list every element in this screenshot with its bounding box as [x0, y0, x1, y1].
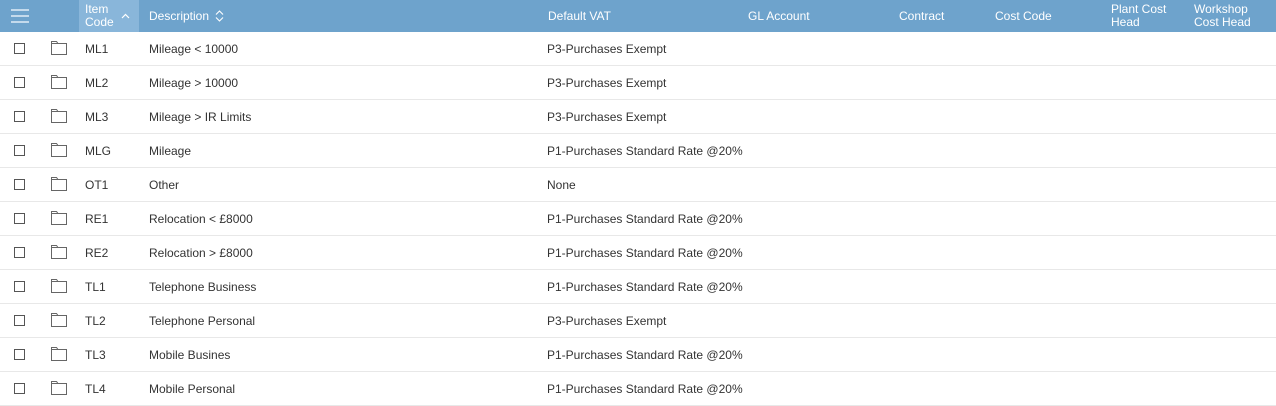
item-code-cell: TL2 [85, 313, 106, 328]
item-code-cell: ML2 [85, 75, 109, 90]
description-cell: Mobile Personal [149, 381, 236, 396]
grid-header: Item Code Description Default VAT GL Acc… [0, 0, 1276, 32]
folder-icon[interactable] [51, 278, 67, 293]
item-code-cell: OT1 [85, 177, 109, 192]
header-default-vat[interactable]: Default VAT [548, 0, 611, 32]
folder-icon[interactable] [51, 244, 67, 259]
table-row[interactable]: RE2 Relocation > £8000 P1-Purchases Stan… [0, 236, 1276, 270]
table-row[interactable]: TL4 Mobile Personal P1-Purchases Standar… [0, 372, 1276, 406]
table-row[interactable]: OT1 Other None [0, 168, 1276, 202]
description-cell: Relocation < £8000 [149, 211, 253, 226]
checkbox-icon[interactable] [14, 179, 25, 190]
folder-icon[interactable] [51, 210, 67, 225]
default-vat-cell: P3-Purchases Exempt [547, 313, 667, 328]
item-code-cell: MLG [85, 143, 112, 158]
description-cell: Mileage > 10000 [149, 75, 239, 90]
description-cell: Mobile Busines [149, 347, 231, 362]
item-code-cell: RE2 [85, 245, 109, 260]
default-vat-cell: P1-Purchases Standard Rate @20% [547, 381, 743, 396]
table-row[interactable]: ML3 Mileage > IR Limits P3-Purchases Exe… [0, 100, 1276, 134]
default-vat-cell: P3-Purchases Exempt [547, 41, 667, 56]
table-row[interactable]: ML1 Mileage < 10000 P3-Purchases Exempt [0, 32, 1276, 66]
item-code-cell: TL1 [85, 279, 106, 294]
folder-icon[interactable] [51, 108, 67, 123]
header-workshop-line2: Cost Head [1194, 15, 1251, 29]
header-item-code-line2: Code [85, 15, 114, 29]
folder-icon[interactable] [51, 346, 67, 361]
default-vat-cell: P1-Purchases Standard Rate @20% [547, 143, 743, 158]
header-contract[interactable]: Contract [899, 0, 944, 32]
item-code-cell: ML1 [85, 41, 109, 56]
header-plant-cost-head-label: Plant Cost Head [1111, 3, 1166, 29]
checkbox-icon[interactable] [14, 247, 25, 258]
table-row[interactable]: MLG Mileage P1-Purchases Standard Rate @… [0, 134, 1276, 168]
header-workshop-cost-head[interactable]: Workshop Cost Head [1194, 0, 1251, 32]
default-vat-cell: P1-Purchases Standard Rate @20% [547, 279, 743, 294]
checkbox-icon[interactable] [14, 213, 25, 224]
hamburger-menu-icon[interactable] [11, 9, 29, 23]
sort-up-down-icon [215, 10, 224, 22]
folder-icon[interactable] [51, 74, 67, 89]
table-row[interactable]: RE1 Relocation < £8000 P1-Purchases Stan… [0, 202, 1276, 236]
header-plant-cost-head[interactable]: Plant Cost Head [1111, 0, 1166, 32]
description-cell: Telephone Business [149, 279, 257, 294]
chevron-up-icon [121, 13, 130, 19]
header-cost-code-label: Cost Code [995, 9, 1052, 23]
default-vat-cell: P1-Purchases Standard Rate @20% [547, 347, 743, 362]
header-plant-line2: Head [1111, 15, 1140, 29]
header-item-code-label: Item Code [85, 3, 114, 29]
checkbox-icon[interactable] [14, 315, 25, 326]
header-default-vat-label: Default VAT [548, 9, 611, 23]
description-cell: Other [149, 177, 180, 192]
grid-body: ML1 Mileage < 10000 P3-Purchases Exempt … [0, 32, 1276, 406]
header-cost-code[interactable]: Cost Code [995, 0, 1052, 32]
item-code-cell: TL4 [85, 381, 106, 396]
folder-icon[interactable] [51, 312, 67, 327]
checkbox-icon[interactable] [14, 349, 25, 360]
description-cell: Mileage > IR Limits [149, 109, 252, 124]
default-vat-cell: None [547, 177, 576, 192]
folder-icon[interactable] [51, 40, 67, 55]
table-row[interactable]: ML2 Mileage > 10000 P3-Purchases Exempt [0, 66, 1276, 100]
item-code-cell: ML3 [85, 109, 109, 124]
items-grid: Item Code Description Default VAT GL Acc… [0, 0, 1276, 406]
checkbox-icon[interactable] [14, 77, 25, 88]
table-row[interactable]: TL3 Mobile Busines P1-Purchases Standard… [0, 338, 1276, 372]
default-vat-cell: P1-Purchases Standard Rate @20% [547, 211, 743, 226]
description-cell: Mileage < 10000 [149, 41, 239, 56]
table-row[interactable]: TL2 Telephone Personal P3-Purchases Exem… [0, 304, 1276, 338]
checkbox-icon[interactable] [14, 281, 25, 292]
checkbox-icon[interactable] [14, 383, 25, 394]
header-item-code[interactable]: Item Code [85, 0, 139, 32]
header-workshop-cost-head-label: Workshop Cost Head [1194, 3, 1251, 29]
header-gl-account-label: GL Account [748, 9, 810, 23]
checkbox-icon[interactable] [14, 43, 25, 54]
default-vat-cell: P3-Purchases Exempt [547, 109, 667, 124]
description-cell: Mileage [149, 143, 192, 158]
header-description-label: Description [149, 9, 210, 23]
folder-icon[interactable] [51, 176, 67, 191]
header-gl-account[interactable]: GL Account [748, 0, 810, 32]
description-cell: Telephone Personal [149, 313, 256, 328]
default-vat-cell: P1-Purchases Standard Rate @20% [547, 245, 743, 260]
header-contract-label: Contract [899, 9, 945, 23]
item-code-cell: RE1 [85, 211, 109, 226]
item-code-cell: TL3 [85, 347, 106, 362]
description-cell: Relocation > £8000 [149, 245, 253, 260]
folder-icon[interactable] [51, 380, 67, 395]
default-vat-cell: P3-Purchases Exempt [547, 75, 667, 90]
folder-icon[interactable] [51, 142, 67, 157]
checkbox-icon[interactable] [14, 111, 25, 122]
checkbox-icon[interactable] [14, 145, 25, 156]
header-description[interactable]: Description [149, 0, 224, 32]
table-row[interactable]: TL1 Telephone Business P1-Purchases Stan… [0, 270, 1276, 304]
